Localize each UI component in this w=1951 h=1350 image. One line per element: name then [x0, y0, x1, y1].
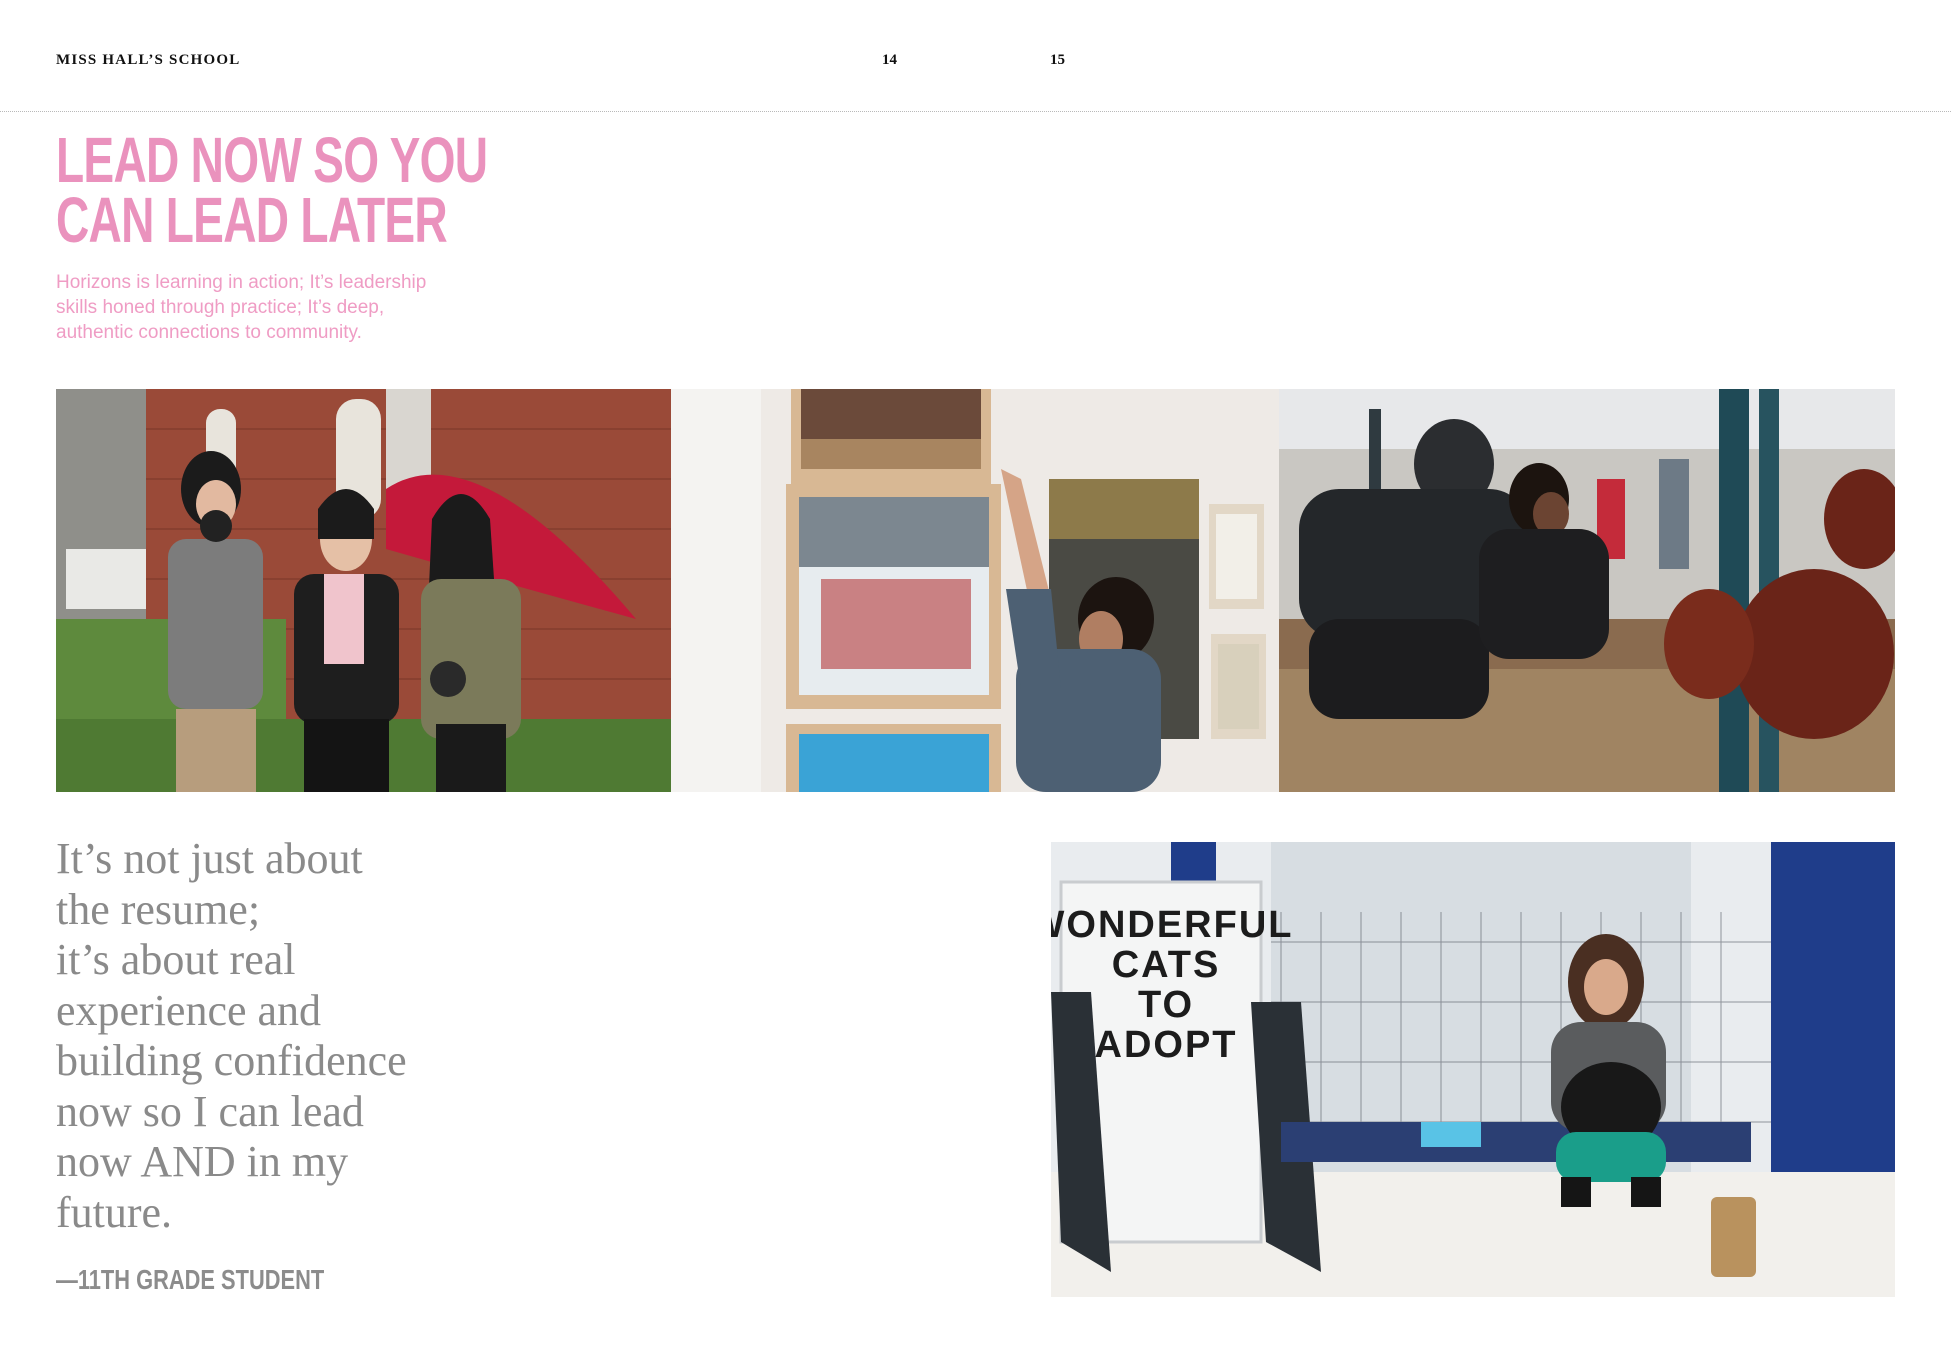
intro-line-3: authentic connections to community.: [56, 322, 362, 343]
photo-art-gallery: [671, 389, 1279, 792]
header-school-name: MISS HALL’S SCHOOL: [56, 52, 241, 68]
quote-line-4: experience and: [56, 985, 322, 1035]
intro-line-2: skills honed through practice; It’s deep…: [56, 297, 385, 318]
quote-line-5: building confidence: [56, 1036, 407, 1085]
quote-line-2: the resume;: [56, 884, 261, 934]
quote-line-6: now so I can lead: [56, 1086, 364, 1136]
page-number-left: 14: [882, 52, 897, 68]
sign-line-3: TO: [1138, 984, 1194, 1026]
headline-line-1: LEAD NOW SO YOU: [56, 124, 488, 196]
intro-text: Horizons is learning in action; It’s lea…: [56, 270, 476, 345]
page-number-right: 15: [1050, 52, 1065, 68]
intro-line-1: Horizons is learning in action; It’s lea…: [56, 272, 427, 293]
quote-line-1: It’s not just about: [56, 834, 363, 883]
headline: LEAD NOW SO YOU CAN LEAD LATER: [56, 124, 488, 256]
quote-line-3: it’s about real: [56, 935, 296, 984]
photo-farm-calf: [1279, 389, 1895, 792]
quote-line-8: future.: [56, 1187, 173, 1237]
photo-cat-adoption: WONDERFUL CATS TO ADOPT: [1051, 842, 1895, 1297]
quote-line-7: now AND in my: [56, 1137, 349, 1186]
quote: It’s not just about the resume; it’s abo…: [56, 834, 556, 1238]
headline-line-2: CAN LEAD LATER: [56, 184, 448, 256]
photo-students-cameras: [56, 389, 671, 792]
sign-line-4: ADOPT: [1095, 1024, 1238, 1066]
sign-line-2: CATS: [1112, 944, 1221, 986]
quote-attribution: —11TH GRADE STUDENT: [56, 1264, 325, 1295]
sign-line-1: WONDERFUL: [1051, 904, 1293, 946]
header-divider: [0, 111, 1951, 112]
